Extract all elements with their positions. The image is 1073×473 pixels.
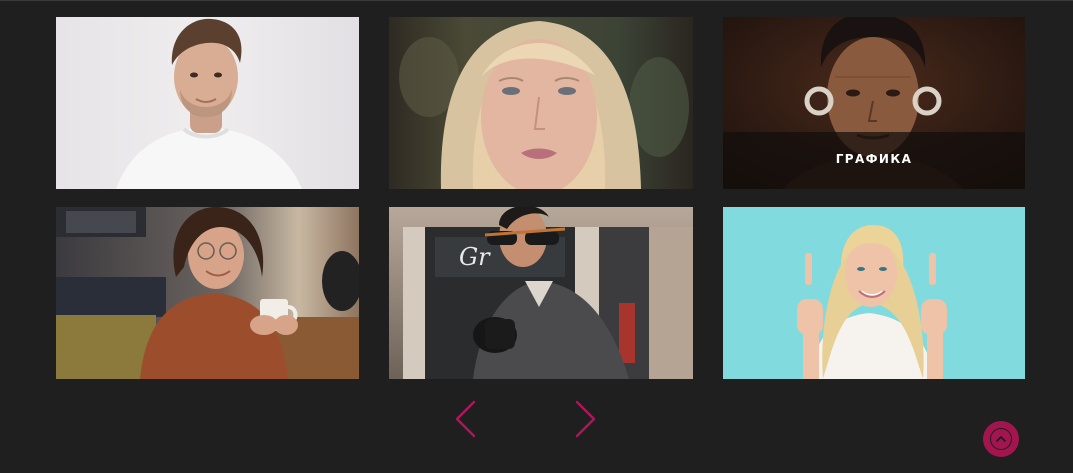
man-white-tshirt-photo — [56, 17, 359, 189]
image-caption-overlay: ГРАФИКА — [723, 132, 1025, 189]
svg-text:Gr: Gr — [459, 243, 491, 271]
chevron-left-icon — [455, 400, 476, 438]
gallery-item-elderly-woman[interactable]: ГРАФИКА — [723, 17, 1025, 189]
next-page-button[interactable] — [573, 399, 599, 439]
gallery-item-blonde-woman-closeup[interactable] — [389, 17, 693, 189]
scroll-top-ring — [990, 428, 1012, 450]
woman-glasses-coffee-photo — [56, 207, 359, 379]
woman-pointing-up-photo — [723, 207, 1025, 379]
chevron-up-icon — [996, 436, 1006, 442]
scroll-to-top-button[interactable] — [983, 421, 1019, 457]
gallery-item-man-white-tshirt[interactable] — [56, 17, 359, 189]
gallery-item-woman-pointing[interactable] — [723, 207, 1025, 379]
man-sunglasses-street-photo: Gr — [389, 207, 693, 379]
gallery-item-man-sunglasses[interactable]: Gr — [389, 207, 693, 379]
gallery-item-woman-coffee[interactable] — [56, 207, 359, 379]
chevron-right-icon — [575, 400, 596, 438]
image-caption-label: ГРАФИКА — [835, 152, 913, 166]
gallery-page: ГРАФИКА Gr — [0, 0, 1073, 473]
previous-page-button[interactable] — [452, 399, 478, 439]
blonde-woman-closeup-photo — [389, 17, 693, 189]
